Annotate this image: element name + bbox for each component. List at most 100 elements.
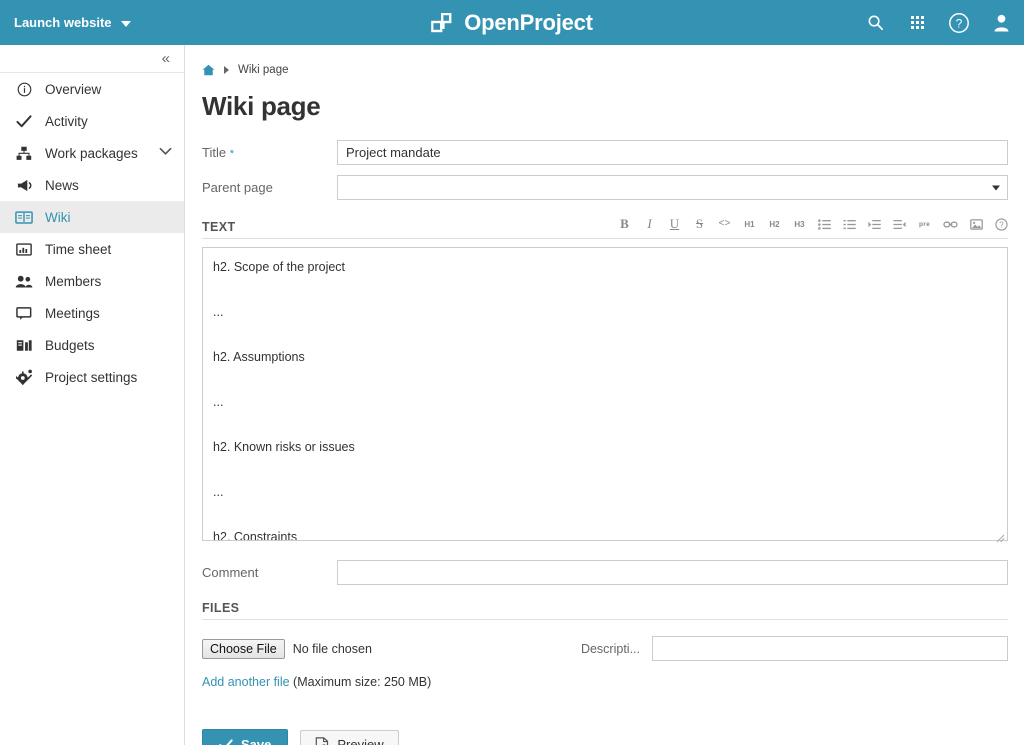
sidebar-item-meetings[interactable]: Meetings [0,297,184,329]
time-sheet-icon [14,240,34,258]
parent-page-field-row: Parent page [202,175,1008,200]
sidebar-item-label: Wiki [45,209,71,225]
sidebar-item-label: Meetings [45,305,100,321]
title-label: Title * [202,145,337,160]
sidebar-item-label: Time sheet [45,241,112,257]
breadcrumb-current: Wiki page [238,64,289,76]
top-header: Launch website OpenProject ? [0,0,1024,45]
people-icon [14,272,34,290]
bullet-list-icon[interactable] [818,216,831,232]
comment-label: Comment [202,565,259,580]
parent-page-label: Parent page [202,180,273,195]
svg-text:?: ? [999,220,1004,229]
collapse-chevrons-icon: « [161,50,170,67]
page-title: Wiki page [202,91,321,121]
sidebar-item-label: News [45,177,79,193]
comment-field-row: Comment [202,560,1008,585]
sidebar-item-budgets[interactable]: Budgets [0,329,184,361]
budget-icon [14,336,34,354]
grid-modules-icon[interactable] [906,12,928,34]
breadcrumb-separator-icon [224,66,229,74]
file-upload-row: Choose File No file chosen Descripti... [202,636,1008,661]
chevron-down-icon[interactable] [159,147,172,159]
gear-icon [14,368,34,386]
preview-document-icon [316,737,329,745]
breadcrumb: Wiki page [202,45,1008,81]
user-avatar-icon[interactable] [990,12,1012,34]
sidebar-item-label: Overview [45,81,102,97]
add-another-file-row: Add another file (Maximum size: 250 MB) [202,675,1008,689]
sidebar-item-label: Budgets [45,337,95,353]
help-circle-icon[interactable]: ? [948,12,970,34]
title-label-text: Title [202,145,227,160]
title-input[interactable] [337,140,1008,165]
title-field-row: Title * [202,140,1008,165]
search-icon[interactable] [864,12,886,34]
check-icon [14,112,34,130]
heading-3-button[interactable]: H3 [793,216,806,232]
launch-website-menu[interactable]: Launch website [0,15,131,30]
form-actions: Save Preview [202,729,1008,745]
sidebar-item-members[interactable]: Members [0,265,184,297]
comment-input[interactable] [337,560,1008,585]
sidebar-item-news[interactable]: News [0,169,184,201]
sidebar-item-label: Members [45,273,102,289]
sidebar-item-project-settings[interactable]: Project settings [0,361,184,393]
link-icon[interactable] [943,216,958,232]
brand-name: OpenProject [464,9,593,35]
indent-icon[interactable] [868,216,881,232]
hierarchy-icon [14,144,34,162]
required-asterisk: * [229,148,234,160]
preview-button[interactable]: Preview [300,730,399,745]
save-button[interactable]: Save [202,729,289,745]
sidebar-item-label: Work packages [45,145,138,161]
toolbar-help-icon[interactable]: ? [995,216,1008,232]
bold-button[interactable]: B [618,216,631,232]
image-icon[interactable] [970,216,983,232]
underline-button[interactable]: U [668,216,681,232]
wiki-text-editor[interactable]: h2. Scope of the project ... h2. Assumpt… [202,247,1008,541]
add-another-file-link[interactable]: Add another file [202,675,290,689]
quote-icon[interactable]: pre [918,216,931,232]
files-section-heading: FILES [202,601,240,615]
sidebar-collapse-button[interactable]: « [0,45,184,73]
text-section-bar: TEXT B I U S <> H1 H2 H3 pre ? [202,216,1008,239]
sidebar-item-label: Activity [45,113,88,129]
text-editor-toolbar: B I U S <> H1 H2 H3 pre ? [618,216,1008,234]
italic-button[interactable]: I [643,216,656,232]
text-editor-wrap: h2. Scope of the project ... h2. Assumpt… [202,247,1008,546]
book-icon [14,208,34,226]
file-description-label: Descripti... [580,641,640,656]
outdent-icon[interactable] [893,216,906,232]
heading-1-button[interactable]: H1 [743,216,756,232]
text-section-heading: TEXT [202,220,236,234]
numbered-list-icon[interactable] [843,216,856,232]
megaphone-icon [14,176,34,194]
chevron-down-icon [120,20,131,27]
sidebar-item-time-sheet[interactable]: Time sheet [0,233,184,265]
sidebar-item-activity[interactable]: Activity [0,105,184,137]
parent-page-select-wrap [337,175,1008,200]
choose-file-button[interactable]: Choose File [202,638,285,659]
sidebar-item-wiki[interactable]: Wiki [0,201,184,233]
inline-code-button[interactable]: <> [718,216,731,232]
sidebar-item-overview[interactable]: Overview [0,73,184,105]
no-file-chosen-text: No file chosen [292,641,372,656]
heading-2-button[interactable]: H2 [768,216,781,232]
launch-website-label: Launch website [14,15,112,30]
max-size-note: (Maximum size: 250 MB) [293,675,432,689]
parent-page-select[interactable] [337,175,1008,200]
sidebar-item-work-packages[interactable]: Work packages [0,137,184,169]
main-content: Wiki page Wiki page Title * Parent page … [186,45,1024,745]
openproject-logo: OpenProject [431,10,593,36]
svg-text:?: ? [956,16,963,30]
home-icon[interactable] [202,64,215,76]
sidebar: « Overview Activity Work packages News W… [0,45,185,745]
check-icon [219,738,233,745]
preview-button-label: Preview [337,737,384,745]
strikethrough-button[interactable]: S [693,216,706,232]
sidebar-item-label: Project settings [45,369,138,385]
save-button-label: Save [241,737,272,745]
speech-bubble-icon [14,304,34,322]
file-description-input[interactable] [652,636,1008,661]
